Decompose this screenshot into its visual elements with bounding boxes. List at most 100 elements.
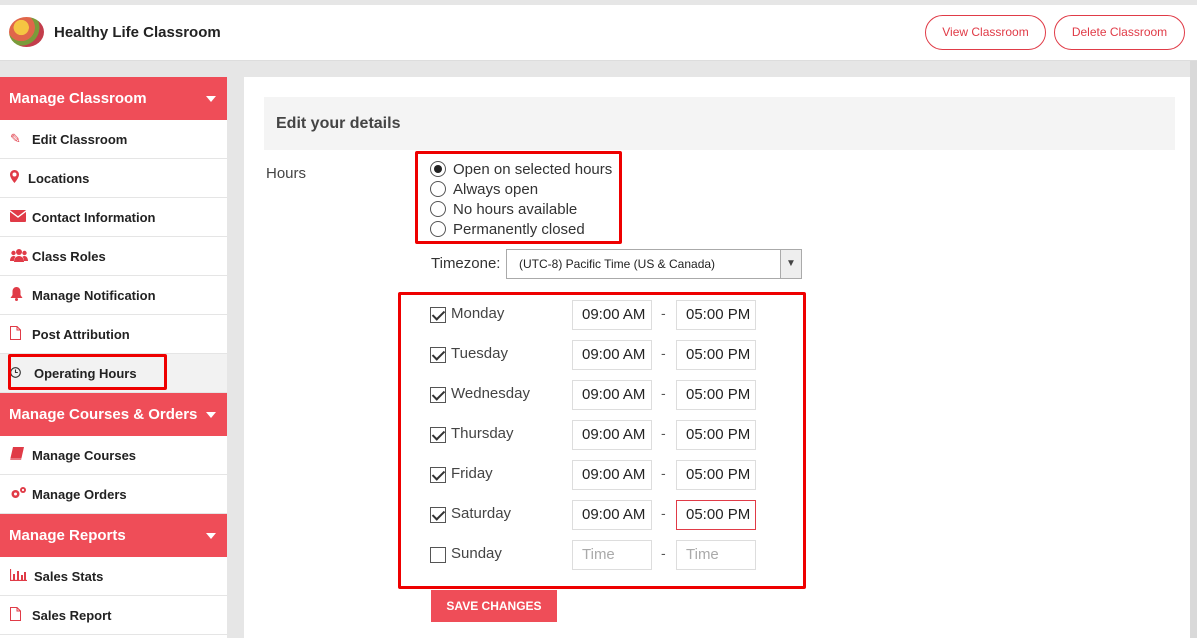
envelope-icon xyxy=(9,209,32,225)
timezone-select[interactable]: (UTC-8) Pacific Time (US & Canada) ▼ xyxy=(506,249,802,279)
radio-label: Open on selected hours xyxy=(453,160,613,178)
section-title: Manage Reports xyxy=(9,527,126,544)
sidebar-item-contact-information[interactable]: Contact Information xyxy=(0,198,227,237)
day-checkbox[interactable] xyxy=(430,347,446,363)
timezone-value: (UTC-8) Pacific Time (US & Canada) xyxy=(519,257,716,271)
users-icon xyxy=(10,248,32,265)
radio-always-open[interactable]: Always open xyxy=(430,179,538,199)
radio-label: Always open xyxy=(453,180,539,198)
section-manage-reports[interactable]: Manage Reports xyxy=(0,514,227,557)
sidebar-item-label: Class Roles xyxy=(32,248,106,264)
classroom-logo xyxy=(9,17,44,47)
book-icon xyxy=(10,447,32,463)
radio-permanently-closed[interactable]: Permanently closed xyxy=(430,219,585,239)
bell-icon xyxy=(10,286,32,304)
open-time-input[interactable]: 09:00 AM xyxy=(572,380,652,410)
sidebar-item-label: Sales Report xyxy=(32,607,112,623)
time-separator: - xyxy=(661,385,666,401)
sidebar-item-label: Contact Information xyxy=(32,209,156,225)
sidebar-item-post-attribution[interactable]: Post Attribution xyxy=(0,315,227,354)
day-label: Saturday xyxy=(451,505,512,522)
day-row-saturday: Saturday 09:00 AM - 05:00 PM xyxy=(430,500,760,530)
sidebar: Manage Classroom ✎ Edit Classroom Locati… xyxy=(0,77,227,638)
day-row-tuesday: Tuesday 09:00 AM - 05:00 PM xyxy=(430,340,760,370)
sidebar-item-edit-classroom[interactable]: ✎ Edit Classroom xyxy=(0,120,227,159)
radio-button[interactable] xyxy=(430,161,446,177)
day-checkbox[interactable] xyxy=(430,307,446,323)
sidebar-item-label: Manage Notification xyxy=(32,287,156,303)
day-checkbox[interactable] xyxy=(430,427,446,443)
radio-button[interactable] xyxy=(430,221,446,237)
day-row-sunday: Sunday Time - Time xyxy=(430,540,760,570)
open-time-input[interactable]: 09:00 AM xyxy=(572,300,652,330)
section-heading: Edit your details xyxy=(264,97,1175,150)
close-time-input[interactable]: 05:00 PM xyxy=(676,300,756,330)
sidebar-item-sales-stats[interactable]: Sales Stats xyxy=(0,557,227,596)
radio-open-selected-hours[interactable]: Open on selected hours xyxy=(430,159,612,179)
close-time-input[interactable]: 05:00 PM xyxy=(676,380,756,410)
time-separator: - xyxy=(661,545,666,561)
classroom-title: Healthy Life Classroom xyxy=(54,24,221,41)
close-time-input[interactable]: 05:00 PM xyxy=(676,420,756,450)
timezone-label: Timezone: xyxy=(431,255,501,272)
open-time-input[interactable]: 09:00 AM xyxy=(572,420,652,450)
bar-chart-icon xyxy=(9,568,34,584)
close-time-input[interactable]: Time xyxy=(676,540,756,570)
sidebar-item-sales-report[interactable]: Sales Report xyxy=(0,596,227,635)
map-pin-icon xyxy=(10,170,28,186)
scrollbar-thumb[interactable] xyxy=(1190,61,1197,638)
day-label: Monday xyxy=(451,305,505,322)
chevron-down-icon[interactable]: ▼ xyxy=(780,250,801,278)
radio-button[interactable] xyxy=(430,201,446,217)
save-changes-button[interactable]: SAVE CHANGES xyxy=(431,590,557,622)
sidebar-item-manage-notification[interactable]: Manage Notification xyxy=(0,276,227,315)
view-classroom-button[interactable]: View Classroom xyxy=(925,15,1046,50)
day-label: Wednesday xyxy=(451,385,530,402)
open-time-input[interactable]: 09:00 AM xyxy=(572,340,652,370)
day-row-friday: Friday 09:00 AM - 05:00 PM xyxy=(430,460,760,490)
day-label: Friday xyxy=(451,465,493,482)
page-scrollbar[interactable] xyxy=(1190,61,1197,638)
clock-icon xyxy=(10,366,34,381)
day-row-wednesday: Wednesday 09:00 AM - 05:00 PM xyxy=(430,380,760,410)
sidebar-item-label: Sales Stats xyxy=(34,568,104,584)
sidebar-item-manage-courses[interactable]: Manage Courses xyxy=(0,436,227,475)
day-checkbox[interactable] xyxy=(430,547,446,563)
sidebar-item-class-roles[interactable]: Class Roles xyxy=(0,237,227,276)
open-time-input[interactable]: 09:00 AM xyxy=(572,500,652,530)
radio-button[interactable] xyxy=(430,181,446,197)
top-header: Healthy Life Classroom View Classroom De… xyxy=(0,5,1197,61)
day-label: Sunday xyxy=(451,545,502,562)
close-time-input[interactable]: 05:00 PM xyxy=(676,500,756,530)
sidebar-item-manage-orders[interactable]: Manage Orders xyxy=(0,475,227,514)
sidebar-item-label: Manage Courses xyxy=(32,447,137,463)
day-checkbox[interactable] xyxy=(430,507,446,523)
day-checkbox[interactable] xyxy=(430,467,446,483)
sidebar-item-locations[interactable]: Locations xyxy=(0,159,227,198)
delete-classroom-button[interactable]: Delete Classroom xyxy=(1054,15,1185,50)
sidebar-item-label: Operating Hours xyxy=(34,365,137,381)
open-time-input[interactable]: 09:00 AM xyxy=(572,460,652,490)
section-manage-courses-orders[interactable]: Manage Courses & Orders xyxy=(0,393,227,436)
caret-down-icon xyxy=(206,533,216,539)
close-time-input[interactable]: 05:00 PM xyxy=(676,340,756,370)
section-manage-classroom[interactable]: Manage Classroom xyxy=(0,77,227,120)
gears-icon xyxy=(10,486,32,503)
time-separator: - xyxy=(661,305,666,321)
main-panel: Edit your details Hours Open on selected… xyxy=(244,77,1190,638)
close-time-input[interactable]: 05:00 PM xyxy=(676,460,756,490)
open-time-input[interactable]: Time xyxy=(572,540,652,570)
caret-down-icon xyxy=(206,412,216,418)
time-separator: - xyxy=(661,505,666,521)
radio-no-hours[interactable]: No hours available xyxy=(430,199,577,219)
sidebar-item-label: Manage Orders xyxy=(32,486,127,502)
radio-label: Permanently closed xyxy=(453,220,585,238)
day-label: Thursday xyxy=(451,425,514,442)
radio-label: No hours available xyxy=(453,200,578,218)
time-separator: - xyxy=(661,345,666,361)
day-checkbox[interactable] xyxy=(430,387,446,403)
time-separator: - xyxy=(661,465,666,481)
edit-icon: ✎ xyxy=(10,131,21,146)
file-icon xyxy=(10,325,32,343)
sidebar-item-operating-hours[interactable]: Operating Hours xyxy=(0,354,227,393)
